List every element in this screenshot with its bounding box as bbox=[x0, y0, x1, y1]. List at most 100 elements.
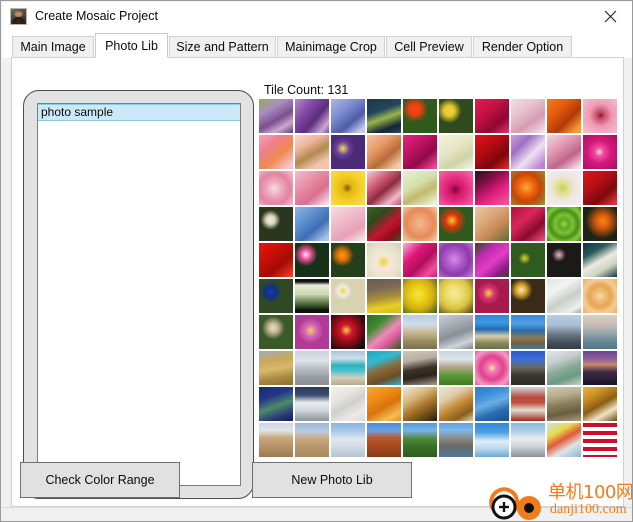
tile-thumbnail-butterfly-on-thistle[interactable] bbox=[259, 315, 293, 349]
tile-thumbnail-acoustic-guitar[interactable] bbox=[403, 387, 437, 421]
tile-thumbnail-church-hilltop-blue[interactable] bbox=[511, 351, 545, 385]
tile-thumbnail-orange-flower-dark[interactable] bbox=[583, 207, 617, 241]
photo-library-listbox[interactable]: photo sample bbox=[37, 103, 241, 486]
tile-thumbnail-red-coral-texture[interactable] bbox=[259, 243, 293, 277]
tile-thumbnail-glass-skyscraper[interactable] bbox=[475, 387, 509, 421]
tile-thumbnail-daffodil-field-brown[interactable] bbox=[367, 279, 401, 313]
tile-thumbnail-hydrangea-green-purple[interactable] bbox=[259, 99, 293, 133]
tile-thumbnail-yellow-mums[interactable] bbox=[439, 99, 473, 133]
tile-thumbnail-pink-camellia[interactable] bbox=[295, 171, 329, 205]
tile-thumbnail-surfer-on-wave[interactable] bbox=[475, 423, 509, 457]
tile-thumbnail-pale-orange-bud[interactable] bbox=[475, 207, 509, 241]
tile-thumbnail-coastal-bay-blue[interactable] bbox=[475, 315, 509, 349]
tile-thumbnail-cliff-sea-view[interactable] bbox=[511, 315, 545, 349]
tile-thumbnail-magenta-dahlia[interactable] bbox=[439, 171, 473, 205]
tile-thumbnail-red-magenta-bloom[interactable] bbox=[511, 207, 545, 241]
tile-thumbnail-snow-mountain-climber[interactable] bbox=[331, 423, 365, 457]
tile-thumbnail-rock-formation-coast[interactable] bbox=[439, 423, 473, 457]
tile-thumbnail-red-rock-canyon[interactable] bbox=[367, 423, 401, 457]
tile-thumbnail-red-carnation[interactable] bbox=[583, 171, 617, 205]
tile-thumbnail-magenta-orchids[interactable] bbox=[403, 243, 437, 277]
tile-thumbnail-sagrada-familia-towers[interactable] bbox=[547, 387, 581, 421]
tile-thumbnail-pale-cosmos-yellow-center[interactable] bbox=[547, 171, 581, 205]
tile-thumbnail-orange-dahlia[interactable] bbox=[547, 99, 581, 133]
tile-thumbnail-red-tulip[interactable] bbox=[475, 135, 509, 169]
tile-thumbnail-cathedral-city-view[interactable] bbox=[403, 315, 437, 349]
tile-thumbnail-pale-green-orchid[interactable] bbox=[403, 171, 437, 205]
tile-thumbnail-glass-of-water[interactable] bbox=[331, 387, 365, 421]
tile-thumbnail-pale-pink-peony[interactable] bbox=[511, 99, 545, 133]
tile-thumbnail-dark-blue-aster[interactable] bbox=[367, 99, 401, 133]
tile-thumbnail-crimson-peony[interactable] bbox=[475, 99, 509, 133]
tile-thumbnail-orange-spider-flower[interactable] bbox=[511, 171, 545, 205]
tile-thumbnail-desert-town-ochre[interactable] bbox=[259, 351, 293, 385]
tile-thumbnail-purple-spotted-orchid[interactable] bbox=[439, 243, 473, 277]
close-button[interactable] bbox=[588, 2, 632, 30]
tile-thumbnail-sphinx-pyramid[interactable] bbox=[295, 423, 329, 457]
tile-thumbnail-pink-blossom-cactus[interactable] bbox=[367, 315, 401, 349]
tile-thumbnail-magenta-peony[interactable] bbox=[403, 135, 437, 169]
tile-thumbnail-white-hyacinth-teal[interactable] bbox=[583, 243, 617, 277]
tile-thumbnail-hazy-sea-horizon[interactable] bbox=[583, 315, 617, 349]
tile-thumbnail-mosque-silhouette[interactable] bbox=[547, 315, 581, 349]
tile-thumbnail-yellow-green-meadow[interactable] bbox=[511, 243, 545, 277]
tile-thumbnail-white-lupins-dark[interactable] bbox=[295, 279, 329, 313]
check-color-range-button[interactable]: Check Color Range bbox=[20, 462, 180, 498]
tile-thumbnail-white-crocus[interactable] bbox=[547, 279, 581, 313]
tile-thumbnail-peach-rose-bud[interactable] bbox=[367, 135, 401, 169]
tab-cell-preview[interactable]: Cell Preview bbox=[386, 36, 472, 58]
tile-thumbnail-golden-shrine-interior[interactable] bbox=[583, 387, 617, 421]
tile-thumbnail-bee-on-pink-aster[interactable] bbox=[295, 315, 329, 349]
tile-thumbnail-yellow-trumpet-flower[interactable] bbox=[331, 171, 365, 205]
tile-thumbnail-orange-marigolds[interactable] bbox=[331, 243, 365, 277]
tab-photo-lib[interactable]: Photo Lib bbox=[95, 33, 168, 58]
tile-thumbnail-white-building-dome[interactable] bbox=[295, 387, 329, 421]
tile-thumbnail-orange-juice-glass[interactable] bbox=[367, 387, 401, 421]
tile-thumbnail-red-building-crowd[interactable] bbox=[511, 387, 545, 421]
tile-thumbnail-white-daisies-dark[interactable] bbox=[259, 207, 293, 241]
tile-thumbnail-pink-phlox-cluster[interactable] bbox=[295, 243, 329, 277]
tile-thumbnail-pink-chrysanthemums[interactable] bbox=[475, 279, 509, 313]
tile-thumbnail-city-skyline-dusk[interactable] bbox=[583, 351, 617, 385]
tile-thumbnail-statue-of-liberty-green[interactable] bbox=[547, 351, 581, 385]
tile-thumbnail-blue-gentians[interactable] bbox=[259, 279, 293, 313]
tile-thumbnail-fuchsia-peony-dark[interactable] bbox=[475, 171, 509, 205]
tile-thumbnail-pink-poppy[interactable] bbox=[583, 99, 617, 133]
tile-thumbnail-red-lily-dark[interactable] bbox=[331, 315, 365, 349]
tile-thumbnail-mixed-bouquet-autumn[interactable] bbox=[511, 279, 545, 313]
tile-thumbnail-pink-orange-rose[interactable] bbox=[259, 135, 293, 169]
tile-thumbnail-green-rose-spiral[interactable] bbox=[547, 207, 581, 241]
tile-thumbnail-equestrian-statue-teal[interactable] bbox=[367, 351, 401, 385]
tile-thumbnail-red-yellow-primula[interactable] bbox=[439, 207, 473, 241]
tile-thumbnail-pink-blossom-dark-bg[interactable] bbox=[547, 243, 581, 277]
tile-thumbnail-american-flag[interactable] bbox=[583, 423, 617, 457]
tile-thumbnail-purple-pansies[interactable] bbox=[331, 135, 365, 169]
tile-thumbnail-cathedral-portal[interactable] bbox=[403, 351, 437, 385]
new-photo-lib-button[interactable]: New Photo Lib bbox=[252, 462, 412, 498]
tile-thumbnail-yellow-daffodils[interactable] bbox=[403, 279, 437, 313]
tile-thumbnail-pale-yellow-daffodil[interactable] bbox=[439, 279, 473, 313]
tile-thumbnail-classic-white-car[interactable] bbox=[511, 423, 545, 457]
tile-thumbnail-hot-pink-dahlia[interactable] bbox=[583, 135, 617, 169]
tile-thumbnail-orange-red-daisies[interactable] bbox=[403, 99, 437, 133]
tile-thumbnail-statue-liberty-navy[interactable] bbox=[259, 387, 293, 421]
tile-thumbnail-pink-white-carnation[interactable] bbox=[367, 171, 401, 205]
tile-thumbnail-city-square-statue[interactable] bbox=[295, 351, 329, 385]
tile-thumbnail-peach-rose-swirl[interactable] bbox=[583, 279, 617, 313]
tile-thumbnail-stone-monument[interactable] bbox=[439, 315, 473, 349]
tile-thumbnail-pink-starburst-flower[interactable] bbox=[475, 351, 509, 385]
list-item[interactable]: photo sample bbox=[38, 104, 240, 121]
tab-main-image[interactable]: Main Image bbox=[12, 36, 94, 58]
tile-thumbnail-green-valley-lake[interactable] bbox=[403, 423, 437, 457]
tile-thumbnail-purple-iris[interactable] bbox=[295, 99, 329, 133]
tab-size-and-pattern[interactable]: Size and Pattern bbox=[169, 36, 276, 58]
tile-thumbnail-pink-white-rose[interactable] bbox=[547, 135, 581, 169]
tile-thumbnail-white-orchid[interactable] bbox=[439, 135, 473, 169]
tile-thumbnail-magenta-lily[interactable] bbox=[475, 243, 509, 277]
tile-thumbnail-beach-turquoise-town[interactable] bbox=[331, 351, 365, 385]
tile-thumbnail-pink-rose-closeup[interactable] bbox=[259, 171, 293, 205]
tile-thumbnail-blue-violet-cluster[interactable] bbox=[331, 99, 365, 133]
tab-mainimage-crop[interactable]: Mainimage Crop bbox=[277, 36, 385, 58]
tile-thumbnail-round-tower-green[interactable] bbox=[439, 351, 473, 385]
tile-thumbnail-grid[interactable] bbox=[259, 99, 621, 457]
